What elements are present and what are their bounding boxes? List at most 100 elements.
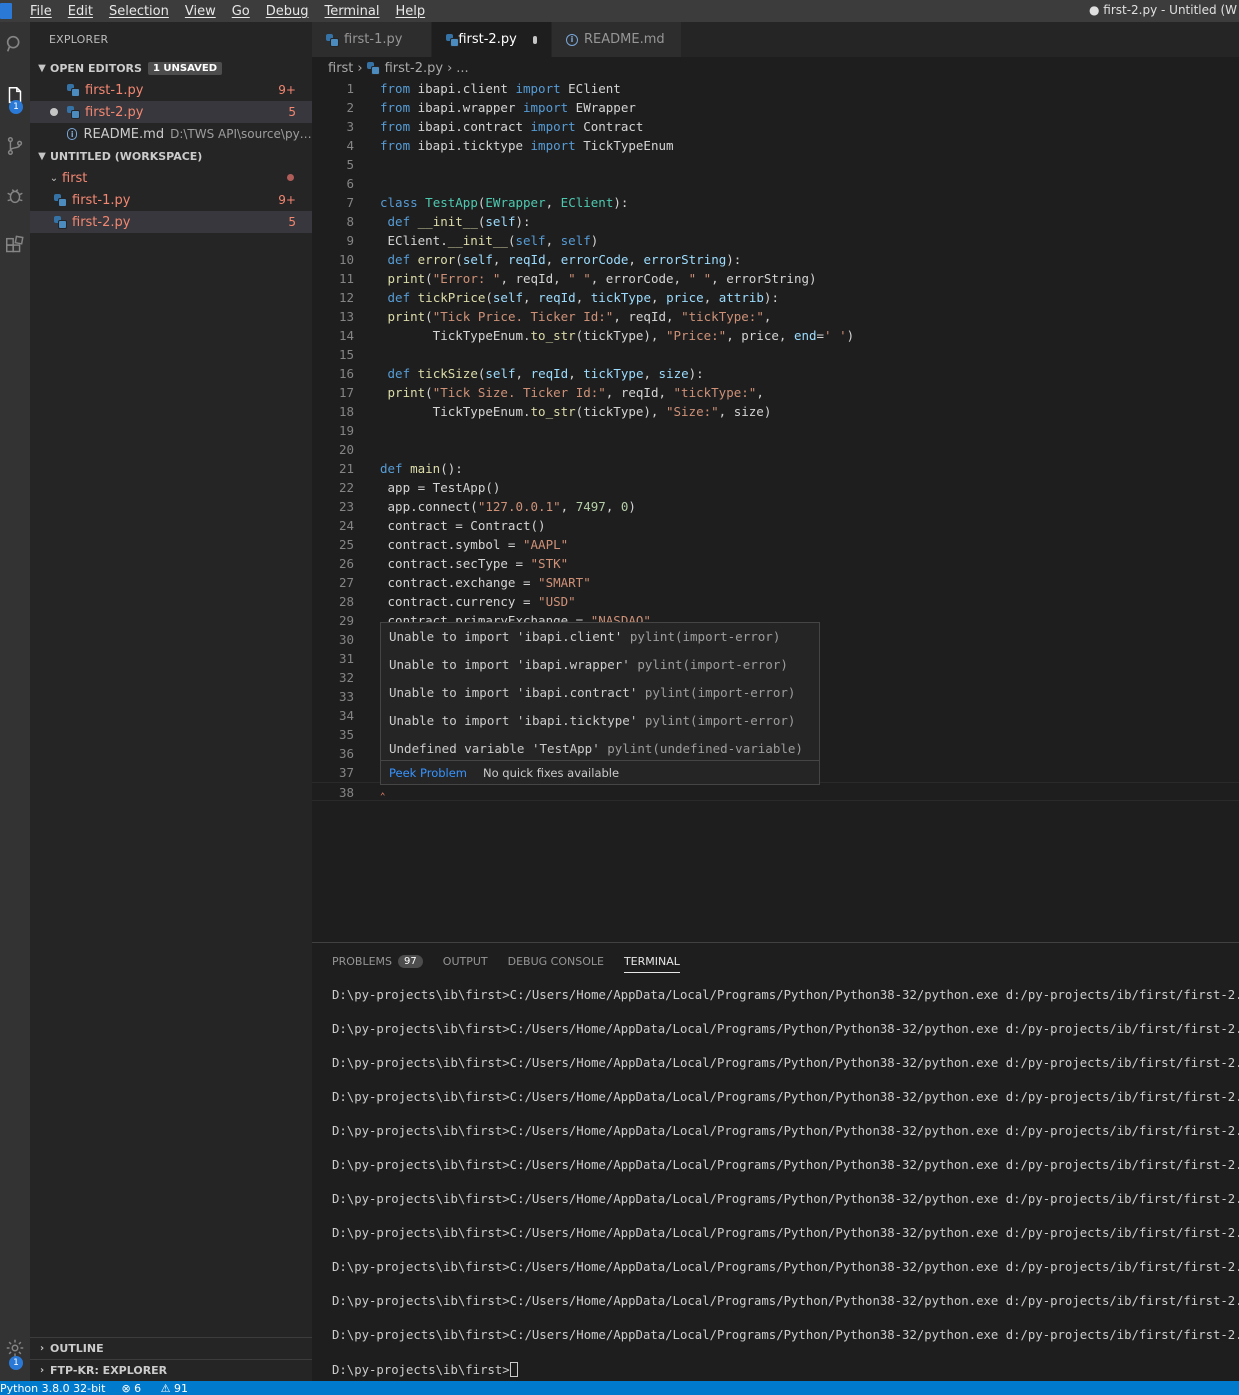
chevron-down-icon: ⌄ bbox=[49, 172, 59, 184]
code-line: 24 contract = Contract() bbox=[338, 518, 546, 533]
terminal-line: D:\py-projects\ib\first>C:/Users/Home/Ap… bbox=[332, 1226, 1239, 1240]
tab-output[interactable]: OUTPUT bbox=[443, 943, 488, 979]
code-line: 5 bbox=[346, 157, 354, 172]
code-line: 22 app = TestApp() bbox=[338, 480, 501, 495]
code-line: 1 from ibapi.client import EClient bbox=[346, 81, 621, 96]
ftp-explorer-label: FTP-KR: EXPLORER bbox=[50, 1364, 168, 1377]
python-file-icon bbox=[67, 84, 80, 97]
tab-readme[interactable]: i README.md bbox=[552, 22, 682, 57]
terminal-line: D:\py-projects\ib\first>C:/Users/Home/Ap… bbox=[332, 1260, 1239, 1274]
problem-source: pylint(import-error) bbox=[629, 629, 781, 644]
tab-label: DEBUG CONSOLE bbox=[507, 954, 604, 968]
folder-first[interactable]: ⌄ first bbox=[30, 167, 312, 189]
tab-label: first-2.py bbox=[458, 32, 517, 47]
source-control-icon[interactable] bbox=[0, 126, 30, 166]
breadcrumb: first › first-2.py › ... bbox=[312, 57, 1239, 79]
code-line: 28 contract.currency = "USD" bbox=[338, 594, 576, 609]
file-name: first-1.py bbox=[85, 82, 144, 98]
ftp-explorer-header[interactable]: › FTP-KR: EXPLORER bbox=[30, 1359, 312, 1381]
folder-error-dot-icon bbox=[287, 174, 294, 181]
chevron-right-icon: › bbox=[357, 60, 363, 76]
code-line: 3 from ibapi.contract import Contract bbox=[346, 119, 644, 134]
open-editor-readme[interactable]: i README.md D:\TWS API\source\python... bbox=[30, 123, 312, 145]
problems-count-badge: 97 bbox=[398, 954, 423, 968]
problem-item: Unable to import 'ibapi.client' pylint(i… bbox=[381, 623, 819, 651]
panel-tabs: PROBLEMS 97 OUTPUT DEBUG CONSOLE TERMINA… bbox=[312, 943, 1239, 979]
outline-header[interactable]: › OUTLINE bbox=[30, 1337, 312, 1359]
workspace-file-first-2[interactable]: first-2.py 5 bbox=[30, 211, 312, 233]
unsaved-dot-icon[interactable] bbox=[50, 108, 58, 116]
terminal-line: D:\py-projects\ib\first>C:/Users/Home/Ap… bbox=[332, 1192, 1239, 1206]
breadcrumb-file[interactable]: first-2.py bbox=[385, 61, 443, 76]
code-line: 8 def __init__(self): bbox=[346, 214, 531, 229]
problem-source: pylint(import-error) bbox=[644, 713, 796, 728]
chevron-down-icon: ▼ bbox=[38, 150, 46, 162]
code-editor[interactable]: 1 from ibapi.client import EClient 2 from … bbox=[312, 79, 1239, 941]
code-line: 17 print("Tick Size. Ticker Id:", reqId,… bbox=[338, 385, 764, 400]
extensions-icon[interactable] bbox=[0, 226, 30, 266]
menu-edit[interactable]: Edit bbox=[60, 4, 101, 19]
terminal-line: D:\py-projects\ib\first>C:/Users/Home/Ap… bbox=[332, 1022, 1239, 1036]
tab-first-2[interactable]: first-2.py bbox=[432, 22, 552, 57]
open-editor-first-2[interactable]: first-2.py 5 bbox=[30, 101, 312, 123]
menu-help[interactable]: Help bbox=[387, 4, 433, 19]
terminal-cursor bbox=[509, 1362, 518, 1377]
peek-problem-link[interactable]: Peek Problem bbox=[389, 766, 467, 780]
code-line: 25 contract.symbol = "AAPL" bbox=[338, 537, 569, 552]
problem-count: 5 bbox=[288, 105, 296, 119]
python-file-icon bbox=[446, 33, 460, 47]
workspace-header[interactable]: ▼ UNTITLED (WORKSPACE) bbox=[30, 145, 312, 167]
open-editors-header[interactable]: ▼ OPEN EDITORS 1 UNSAVED bbox=[30, 57, 312, 79]
problem-item: Unable to import 'ibapi.wrapper' pylint(… bbox=[381, 651, 819, 679]
menu-view[interactable]: View bbox=[177, 4, 224, 19]
menu-selection[interactable]: Selection bbox=[101, 4, 177, 19]
debug-bug-icon[interactable] bbox=[0, 176, 30, 216]
problem-message: Unable to import 'ibapi.contract' bbox=[389, 685, 638, 700]
python-file-icon bbox=[54, 194, 67, 207]
workspace-file-first-1[interactable]: first-1.py 9+ bbox=[30, 189, 312, 211]
problem-message: Unable to import 'ibapi.ticktype' bbox=[389, 713, 638, 728]
menu-go[interactable]: Go bbox=[224, 4, 258, 19]
python-file-icon bbox=[54, 216, 67, 229]
chevron-down-icon: ▼ bbox=[38, 62, 46, 74]
python-file-icon bbox=[67, 106, 80, 119]
tab-label: README.md bbox=[584, 32, 665, 47]
terminal-line: D:\py-projects\ib\first>C:/Users/Home/Ap… bbox=[332, 1158, 1239, 1172]
error-count: ⊗ 6 bbox=[121, 1381, 142, 1395]
tab-first-1[interactable]: first-1.py bbox=[312, 22, 432, 57]
breadcrumb-folder[interactable]: first bbox=[328, 61, 353, 76]
tab-debug-console[interactable]: DEBUG CONSOLE bbox=[508, 943, 604, 979]
info-file-icon: i bbox=[566, 33, 578, 46]
hover-actions: Peek Problem No quick fixes available bbox=[381, 760, 819, 784]
problems-status[interactable]: ⊗ 6 ⚠ 91 bbox=[121, 1382, 204, 1395]
tab-terminal[interactable]: TERMINAL bbox=[623, 943, 680, 979]
tab-problems[interactable]: PROBLEMS 97 bbox=[332, 943, 423, 979]
problem-source: pylint(import-error) bbox=[637, 657, 788, 672]
status-bar: Python 3.8.0 32-bit ⊗ 6 ⚠ 91 bbox=[0, 1381, 1239, 1395]
menu-file[interactable]: File bbox=[22, 4, 60, 19]
code-line: 23 app.connect("127.0.0.1", 7497, 0) bbox=[338, 499, 636, 514]
menu-terminal[interactable]: Terminal bbox=[317, 4, 388, 19]
problem-source: pylint(undefined-variable) bbox=[607, 741, 803, 756]
code-line: 9 EClient.__init__(self, self) bbox=[346, 233, 599, 248]
problem-count: 9+ bbox=[278, 83, 296, 97]
tab-label: PROBLEMS bbox=[332, 954, 393, 968]
sidebar-title: EXPLORER bbox=[49, 33, 109, 46]
menu-debug[interactable]: Debug bbox=[258, 4, 317, 19]
chevron-right-icon: › bbox=[447, 60, 453, 76]
tab-label: first-1.py bbox=[344, 32, 403, 47]
code-line: 10 def error(self, reqId, errorCode, err… bbox=[338, 252, 742, 267]
terminal-prompt-line[interactable]: D:\py-projects\ib\first> bbox=[332, 1362, 518, 1377]
python-file-icon bbox=[366, 62, 380, 75]
code-line: 27 contract.exchange = "SMART" bbox=[338, 575, 591, 590]
breadcrumb-more[interactable]: ... bbox=[456, 61, 468, 76]
code-line: 11 print("Error: ", reqId, " ", errorCod… bbox=[338, 271, 817, 286]
open-editor-first-1[interactable]: first-1.py 9+ bbox=[30, 79, 312, 101]
menu-bar: File Edit Selection View Go Debug Termin… bbox=[22, 4, 433, 19]
unsaved-dot-icon[interactable] bbox=[532, 35, 537, 44]
terminal-line: D:\py-projects\ib\first>C:/Users/Home/Ap… bbox=[332, 988, 1239, 1002]
python-interpreter[interactable]: Python 3.8.0 32-bit bbox=[0, 1382, 105, 1395]
tab-label: OUTPUT bbox=[442, 954, 488, 968]
search-icon[interactable] bbox=[0, 24, 30, 64]
code-line: 12 def tickPrice(self, reqId, tickType, … bbox=[338, 290, 779, 305]
